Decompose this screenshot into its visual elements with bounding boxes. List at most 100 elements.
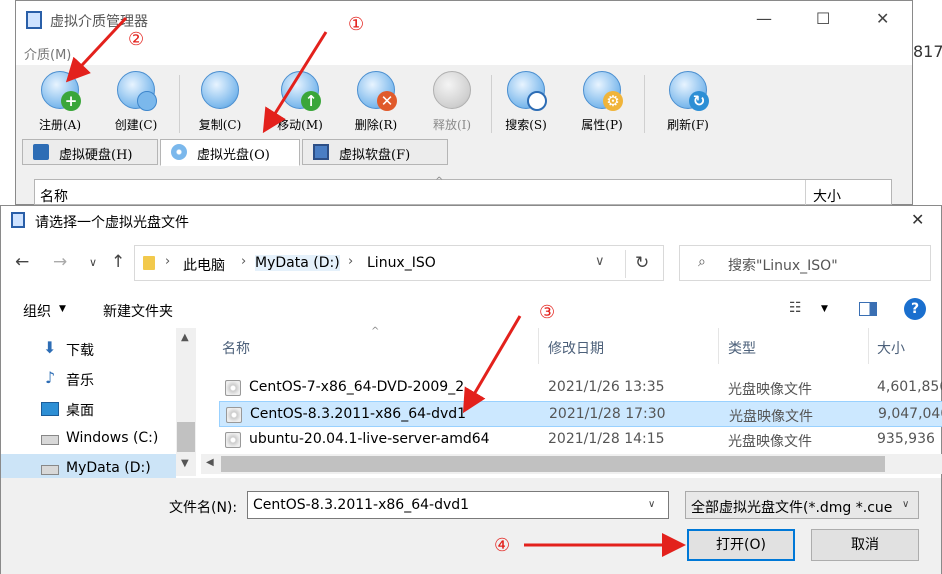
search-button[interactable]: 搜索(S) [496, 71, 556, 133]
breadcrumb-mydata[interactable]: MyData (D:) [255, 255, 340, 271]
column-header-size[interactable]: 大小 [813, 186, 841, 206]
copy-button[interactable]: 复制(C) [190, 71, 250, 133]
filename-label: 文件名(N): [169, 500, 238, 516]
cancel-button[interactable]: 取消 [811, 529, 919, 561]
search-icon: ⌕ [698, 254, 706, 270]
file-row[interactable]: ubuntu-20.04.1-live-server-amd64 2021/1/… [219, 427, 942, 453]
tab-virtual-hard-disk[interactable]: 虚拟硬盘(H) [22, 139, 158, 165]
scroll-down-icon[interactable]: ▼ [181, 458, 189, 469]
column-header-size[interactable]: 大小 [877, 338, 905, 358]
breadcrumb-this-pc[interactable]: 此电脑 [183, 255, 225, 275]
search-input[interactable]: ⌕ 搜索"Linux_ISO" [679, 245, 931, 281]
nav-item-windows-drive[interactable]: Windows (C:) [1, 424, 176, 454]
file-name: CentOS-8.3.2011-x86_64-dvd1 [250, 406, 467, 422]
forward-arrow-icon[interactable]: → [53, 252, 67, 272]
virtualbox-app-icon [26, 11, 42, 29]
release-button[interactable]: 释放(I) [422, 71, 482, 133]
annotation-marker-1: ① [348, 14, 365, 35]
tab-label: 虚拟硬盘(H) [59, 148, 133, 163]
maximize-icon[interactable]: ☐ [816, 9, 830, 28]
column-divider [805, 180, 806, 206]
new-folder-button[interactable]: 新建文件夹 [103, 301, 173, 321]
column-header-name[interactable]: 名称 [40, 186, 68, 206]
file-row-selected[interactable]: CentOS-8.3.2011-x86_64-dvd1 2021/1/28 17… [219, 401, 942, 427]
preview-pane-icon[interactable] [859, 302, 877, 316]
back-arrow-icon[interactable]: ← [15, 252, 29, 272]
toolbar-divider [491, 75, 492, 133]
file-type: 光盘映像文件 [728, 382, 812, 398]
delete-button[interactable]: ✕ 删除(R) [346, 71, 406, 133]
close-icon[interactable]: ✕ [876, 9, 889, 28]
address-bar[interactable]: › 此电脑 › MyData (D:) › Linux_ISO ∨ ↻ [134, 245, 664, 281]
scroll-up-icon[interactable]: ▲ [181, 332, 189, 343]
file-row[interactable]: CentOS-7-x86_64-DVD-2009_2 2021/1/26 13:… [219, 375, 942, 401]
refresh-button[interactable]: ↻ 刷新(F) [658, 71, 718, 133]
tab-virtual-optical-disk[interactable]: 虚拟光盘(O) [160, 139, 300, 166]
nav-item-label: 桌面 [66, 403, 94, 419]
tab-virtual-floppy-disk[interactable]: 虚拟软盘(F) [302, 139, 448, 165]
file-type-filter-select[interactable]: 全部虚拟光盘文件(*.dmg *.cue ∨ [685, 491, 919, 519]
view-options-icon[interactable]: ☷ [789, 300, 802, 316]
annotation-marker-3: ③ [539, 302, 556, 323]
windows-drive-icon [41, 435, 59, 445]
filename-input[interactable]: CentOS-8.3.2011-x86_64-dvd1 ∨ [247, 491, 669, 519]
toolbar-divider [179, 75, 180, 133]
optical-disk-icon [171, 144, 187, 160]
chevron-down-icon[interactable]: ∨ [648, 499, 655, 510]
floppy-disk-icon [313, 144, 329, 160]
properties-button[interactable]: ⚙ 属性(P) [572, 71, 632, 133]
delete-icon: ✕ [357, 71, 397, 111]
command-bar: 组织 ▼ 新建文件夹 ☷ ▼ ? [1, 292, 941, 326]
minimize-icon[interactable]: — [756, 9, 772, 28]
recent-locations-chevron-icon[interactable]: ∨ [89, 256, 97, 269]
move-label: 移动(M) [277, 118, 323, 132]
open-button[interactable]: 打开(O) [687, 529, 795, 561]
search-label: 搜索(S) [505, 118, 547, 132]
caret-down-icon: ▼ [59, 304, 66, 314]
menu-media[interactable]: 介质(M) [24, 44, 71, 63]
nav-item-music[interactable]: ♪ 音乐 [1, 364, 176, 394]
scrollbar-thumb[interactable] [177, 422, 195, 452]
chevron-down-icon[interactable]: ∨ [902, 499, 910, 510]
download-icon: ⬇ [43, 338, 57, 357]
close-icon[interactable]: ✕ [911, 210, 924, 229]
help-icon[interactable]: ? [904, 298, 926, 320]
nav-item-label: MyData (D:) [66, 460, 151, 476]
chevron-down-icon[interactable]: ∨ [595, 254, 605, 269]
nav-pane-scrollbar[interactable]: ▲ ▼ [176, 328, 196, 476]
nav-item-label: 下载 [66, 343, 94, 359]
breadcrumb-separator: › [165, 254, 171, 269]
sort-ascending-icon: ^ [371, 326, 380, 337]
file-date: 2021/1/26 13:35 [548, 379, 665, 395]
register-label: 注册(A) [38, 118, 82, 132]
organize-button[interactable]: 组织 [23, 301, 51, 321]
column-header-name[interactable]: 名称 [222, 338, 250, 358]
nav-item-desktop[interactable]: 桌面 [1, 394, 176, 424]
column-header-type[interactable]: 类型 [728, 338, 756, 358]
create-button[interactable]: 创建(C) [106, 71, 166, 133]
search-placeholder: 搜索"Linux_ISO" [728, 258, 838, 274]
properties-icon: ⚙ [583, 71, 623, 111]
vmm-toolbar: + 注册(A) 创建(C) 复制(C) ↑ 移动(M) ✕ 删除(R) 释放(I… [16, 69, 912, 137]
copy-icon [201, 71, 239, 109]
nav-item-downloads[interactable]: ⬇ 下载 [1, 334, 176, 364]
search-icon [507, 71, 547, 111]
column-divider [718, 328, 719, 364]
file-list-horizontal-scrollbar[interactable]: ◀ [201, 454, 942, 474]
scroll-left-icon[interactable]: ◀ [206, 457, 214, 468]
breadcrumb-linux-iso[interactable]: Linux_ISO [367, 255, 436, 271]
vmm-media-list: ^ 名称 大小 [34, 176, 892, 206]
background-window-text: 817 [913, 42, 942, 61]
up-arrow-icon[interactable]: ↑ [111, 252, 125, 272]
filename-value: CentOS-8.3.2011-x86_64-dvd1 [253, 497, 470, 513]
dialog-titlebar: 请选择一个虚拟光盘文件 ✕ [1, 206, 941, 236]
tab-label: 虚拟软盘(F) [339, 148, 411, 163]
scrollbar-thumb[interactable] [221, 456, 885, 472]
column-header-date[interactable]: 修改日期 [548, 338, 604, 358]
caret-down-icon[interactable]: ▼ [821, 304, 828, 314]
move-button[interactable]: ↑ 移动(M) [270, 71, 330, 133]
register-button[interactable]: + 注册(A) [30, 71, 90, 133]
address-divider [625, 250, 626, 278]
refresh-icon[interactable]: ↻ [635, 253, 649, 273]
breadcrumb-separator: › [348, 254, 354, 269]
